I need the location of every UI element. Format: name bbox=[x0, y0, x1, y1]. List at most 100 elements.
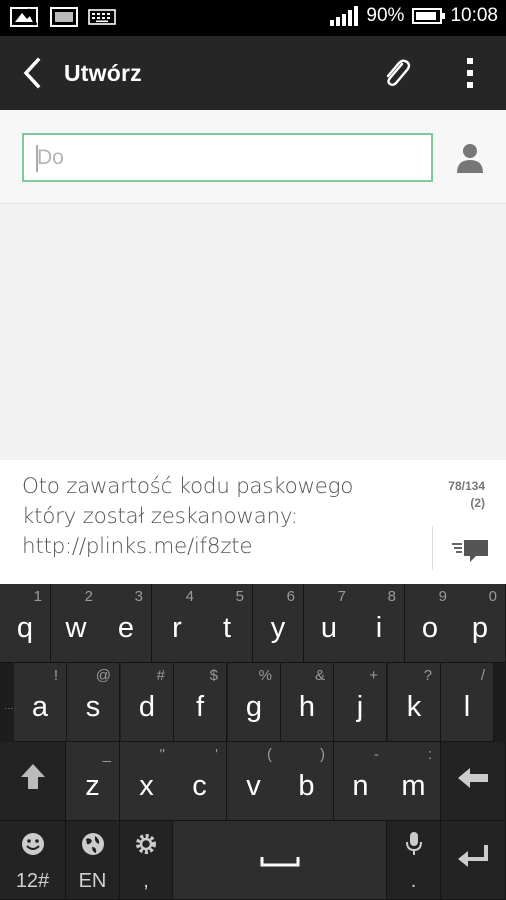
status-bar: 90% 10:08 bbox=[0, 0, 506, 36]
char-count: 78/134 bbox=[448, 479, 485, 493]
key-label: b bbox=[298, 769, 315, 802]
send-icon[interactable] bbox=[450, 534, 490, 566]
key-q[interactable]: 1q bbox=[0, 584, 51, 663]
key-hint: ? bbox=[423, 667, 432, 684]
key-f[interactable]: $ f bbox=[174, 663, 227, 742]
key-hint: @ bbox=[95, 667, 111, 684]
settings-gear-icon bbox=[120, 831, 172, 857]
recipient-input[interactable] bbox=[24, 135, 431, 180]
key-label: y bbox=[270, 611, 286, 644]
key-sub-label: 12# bbox=[15, 870, 50, 892]
key-c[interactable]: ' c bbox=[173, 742, 227, 821]
key-hint: _ bbox=[102, 746, 111, 763]
shift-arrow-icon bbox=[19, 761, 47, 801]
key-t[interactable]: 5t bbox=[202, 584, 253, 663]
key-z[interactable]: _ z bbox=[66, 742, 120, 821]
key-hint: + bbox=[369, 667, 378, 684]
key-y[interactable]: 6y bbox=[253, 584, 304, 663]
key-u[interactable]: 7u bbox=[304, 584, 355, 663]
key-label: s bbox=[85, 690, 101, 723]
key-n[interactable]: -n bbox=[334, 742, 388, 821]
key-k[interactable]: ? k bbox=[388, 663, 441, 742]
key-label: g bbox=[245, 690, 263, 723]
key-w[interactable]: 2w bbox=[51, 584, 102, 663]
comma-key[interactable]: , bbox=[120, 821, 173, 900]
character-counter: 78/134 (2) bbox=[448, 478, 485, 512]
person-icon[interactable] bbox=[452, 140, 488, 176]
key-d[interactable]: # d bbox=[121, 663, 174, 742]
key-l[interactable]: / l bbox=[441, 663, 494, 742]
key-hint: : bbox=[427, 746, 432, 763]
enter-key[interactable] bbox=[441, 821, 506, 900]
overflow-menu-icon[interactable] bbox=[456, 54, 484, 92]
battery-icon bbox=[412, 8, 446, 24]
keyboard-edge-grip: ⋮ bbox=[4, 704, 14, 713]
key-label: r bbox=[172, 611, 182, 644]
back-arrow-icon[interactable] bbox=[18, 56, 48, 90]
key-hint: ( bbox=[267, 746, 272, 763]
enter-arrow-icon bbox=[456, 843, 490, 877]
recipient-field[interactable] bbox=[22, 133, 433, 182]
key-x[interactable]: " x bbox=[120, 742, 174, 821]
key-j[interactable]: + j bbox=[334, 663, 387, 742]
keyboard-icon bbox=[88, 8, 116, 31]
period-key[interactable]: . bbox=[387, 821, 441, 900]
action-bar: Utwórz bbox=[0, 36, 506, 110]
key-p[interactable]: 0p bbox=[455, 584, 506, 663]
space-key[interactable] bbox=[173, 821, 387, 900]
key-label: f bbox=[195, 690, 205, 723]
key-hint: 8 bbox=[387, 588, 396, 605]
page-title: Utwórz bbox=[64, 60, 142, 86]
key-i[interactable]: 8i bbox=[354, 584, 405, 663]
key-sub-label: EN bbox=[78, 870, 107, 892]
key-hint: ) bbox=[320, 746, 325, 763]
key-label: q bbox=[16, 611, 34, 644]
key-label: j bbox=[356, 690, 364, 723]
key-hint: 3 bbox=[134, 588, 143, 605]
signal-icon bbox=[330, 6, 359, 26]
recipient-row bbox=[0, 110, 506, 204]
compose-area bbox=[0, 110, 506, 460]
key-hint: - bbox=[374, 746, 379, 763]
key-label: z bbox=[85, 769, 100, 802]
key-hint: 5 bbox=[235, 588, 244, 605]
paperclip-icon[interactable] bbox=[380, 56, 412, 90]
microphone-icon bbox=[387, 831, 440, 857]
key-label: c bbox=[192, 769, 207, 802]
key-b[interactable]: ) b bbox=[280, 742, 334, 821]
key-m[interactable]: :m bbox=[387, 742, 441, 821]
key-s[interactable]: @ s bbox=[67, 663, 120, 742]
key-hint: 6 bbox=[286, 588, 295, 605]
key-r[interactable]: 4r bbox=[152, 584, 203, 663]
symbols-key[interactable]: 12# bbox=[0, 821, 66, 900]
key-hint: 1 bbox=[33, 588, 42, 605]
backspace-key[interactable] bbox=[441, 742, 506, 821]
key-g[interactable]: % g bbox=[228, 663, 281, 742]
key-sub-label: . bbox=[410, 870, 417, 892]
key-o[interactable]: 9o bbox=[405, 584, 456, 663]
message-composer: Oto zawartość kodu paskowego który zosta… bbox=[0, 460, 506, 584]
shift-key[interactable] bbox=[0, 742, 66, 821]
key-v[interactable]: (v bbox=[227, 742, 281, 821]
key-label: m bbox=[401, 769, 426, 802]
key-label: l bbox=[463, 690, 471, 723]
key-hint: % bbox=[258, 667, 272, 684]
message-input[interactable]: Oto zawartość kodu paskowego który zosta… bbox=[22, 472, 402, 562]
segment-count: (2) bbox=[470, 496, 485, 510]
key-hint: 4 bbox=[185, 588, 194, 605]
text-cursor bbox=[36, 145, 38, 172]
language-key[interactable]: EN bbox=[66, 821, 120, 900]
key-hint: 2 bbox=[84, 588, 93, 605]
key-hint: / bbox=[480, 667, 485, 684]
key-e[interactable]: 3e bbox=[101, 584, 152, 663]
key-a[interactable]: ! a bbox=[14, 663, 67, 742]
photo-icon bbox=[10, 7, 40, 32]
key-label: p bbox=[471, 611, 489, 644]
key-h[interactable]: & h bbox=[281, 663, 334, 742]
key-label: w bbox=[65, 611, 87, 644]
key-hint: ' bbox=[215, 746, 218, 763]
key-label: n bbox=[352, 769, 369, 802]
key-label: o bbox=[421, 611, 439, 644]
key-label: a bbox=[31, 690, 49, 723]
globe-icon bbox=[66, 831, 119, 857]
